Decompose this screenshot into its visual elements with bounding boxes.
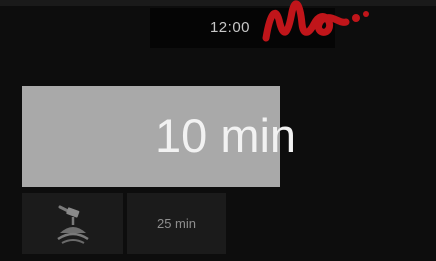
watermark-logo	[262, 0, 369, 42]
roller-brush-icon	[57, 205, 89, 244]
appliance-screen: 12:00 10 min 25 min	[0, 0, 436, 261]
program-icon-tile[interactable]	[22, 193, 123, 254]
duration-label: 25 min	[156, 216, 197, 231]
timer-value: 10 min	[155, 109, 297, 162]
duration-tile-25[interactable]: 25 min	[127, 193, 226, 254]
